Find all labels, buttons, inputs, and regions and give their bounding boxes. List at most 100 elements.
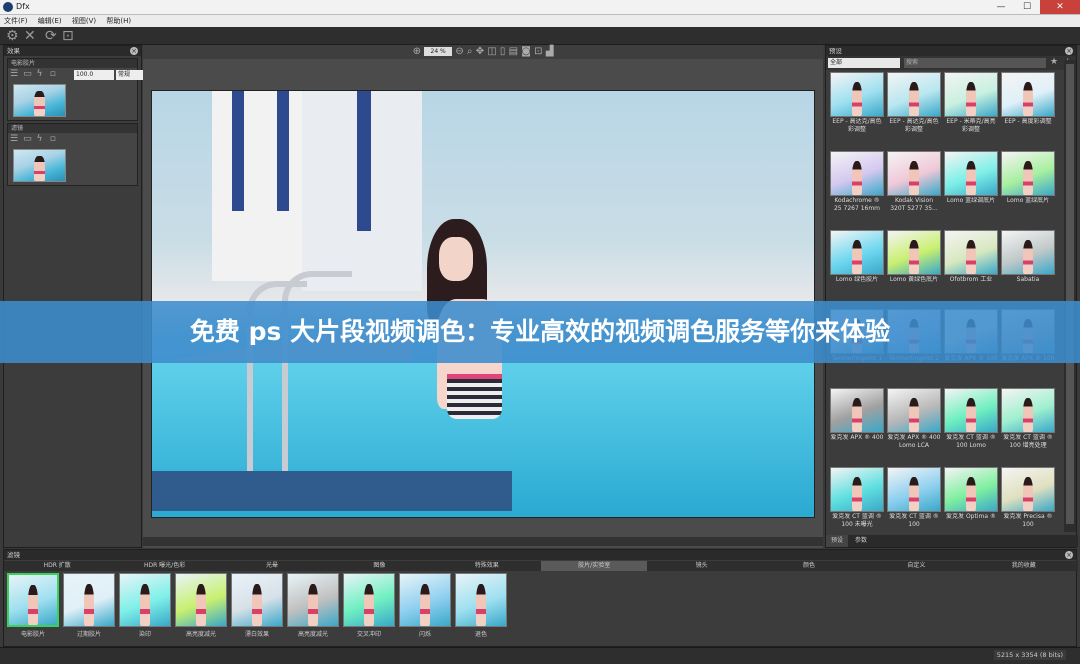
preset-thumbnail[interactable]: Ofotbrom 工业 bbox=[944, 230, 998, 306]
close-window-button[interactable]: ✕ bbox=[1040, 0, 1080, 14]
preset-image bbox=[944, 230, 998, 275]
tab-parameters[interactable]: 参数 bbox=[850, 535, 872, 547]
preset-image bbox=[887, 467, 941, 512]
thumbnail-subject bbox=[851, 397, 863, 432]
settings-icon[interactable]: ☰ bbox=[10, 70, 19, 79]
menu-bar: 文件(F) 编辑(E) 视图(V) 帮助(H) bbox=[0, 15, 1080, 27]
square-icon[interactable]: ▫ bbox=[50, 135, 59, 144]
preset-thumbnail[interactable]: 爱克发 APX ® 400 bbox=[830, 388, 884, 464]
filter-thumbnail[interactable]: 闪烁 bbox=[399, 573, 451, 639]
filter-tab[interactable]: 光晕 bbox=[219, 561, 325, 571]
filter-thumbnail[interactable] bbox=[13, 149, 66, 182]
fit-icon[interactable]: ⊡ bbox=[62, 28, 74, 44]
preset-thumbnail[interactable]: Lomo 黄绿色底片 bbox=[887, 230, 941, 306]
preset-label: 爱克发 APX ® 400 Lomo LCA bbox=[887, 434, 941, 449]
filter-thumbnail[interactable]: 交叉冲印 bbox=[343, 573, 395, 639]
filter-tab[interactable]: 自定义 bbox=[863, 561, 969, 571]
refresh-icon[interactable]: ⟳ bbox=[45, 28, 57, 44]
filter-thumbnail[interactable]: 高亮度减光 bbox=[287, 573, 339, 639]
preset-thumbnail[interactable]: 爱克发 CT 蓝调 ® 100 增亮处理 bbox=[1001, 388, 1055, 464]
thumbnail-subject bbox=[908, 239, 920, 274]
split-view-icon[interactable]: ◫ bbox=[487, 46, 496, 57]
settings-icon[interactable]: ☰ bbox=[10, 135, 19, 144]
split-vertical-icon[interactable]: ▯ bbox=[500, 46, 506, 57]
filter-tab[interactable]: 颜色 bbox=[756, 561, 862, 571]
filter-tab[interactable]: 我的收藏 bbox=[971, 561, 1077, 571]
preset-thumbnail[interactable]: 爱克发 Optima ® bbox=[944, 467, 998, 532]
presets-scrollbar[interactable] bbox=[1064, 60, 1076, 532]
preset-thumbnail[interactable]: Sabatia bbox=[1001, 230, 1055, 306]
magnifier-icon[interactable]: ⌕ bbox=[467, 46, 473, 57]
effect-group-title: 电影胶片 bbox=[8, 59, 137, 68]
menu-help[interactable]: 帮助(H) bbox=[102, 15, 135, 27]
close-panel-icon[interactable]: × bbox=[130, 47, 138, 55]
preset-image bbox=[944, 388, 998, 433]
status-bar: 5215 x 3354 (8 bits) bbox=[0, 647, 1080, 664]
preset-thumbnail[interactable]: EEP - 高达克/高色彩调整 bbox=[887, 72, 941, 148]
lightning-icon[interactable]: ϟ bbox=[36, 135, 45, 144]
thumbnail-subject bbox=[420, 584, 430, 626]
lightning-icon[interactable]: ϟ bbox=[36, 70, 45, 79]
filter-tab[interactable]: 特殊效果 bbox=[434, 561, 540, 571]
preset-image bbox=[1001, 230, 1055, 275]
filter-image bbox=[399, 573, 451, 627]
maximize-button[interactable]: ☐ bbox=[1014, 0, 1040, 14]
preset-thumbnail[interactable]: EEP - 米蒂克/高亮彩调整 bbox=[944, 72, 998, 148]
filter-tab[interactable]: HDR 曝光/色彩 bbox=[111, 561, 217, 571]
blend-mode-select[interactable]: 常规 bbox=[116, 70, 144, 80]
crop-icon[interactable]: ⊡ bbox=[534, 46, 542, 57]
menu-view[interactable]: 视图(V) bbox=[68, 15, 100, 27]
filter-thumbnail[interactable]: 电影胶片 bbox=[7, 573, 59, 639]
preset-thumbnail[interactable]: 爱克发 CT 蓝调 ® 100 bbox=[887, 467, 941, 532]
filter-tab[interactable]: 胶片/实验室 bbox=[541, 561, 648, 571]
histogram-icon[interactable]: ▟ bbox=[546, 46, 554, 57]
filter-thumbnail[interactable]: 高亮度减光 bbox=[175, 573, 227, 639]
menu-edit[interactable]: 编辑(E) bbox=[34, 15, 66, 27]
preset-thumbnail[interactable]: EEP - 高达克/高色彩调整 bbox=[830, 72, 884, 148]
close-panel-icon[interactable]: × bbox=[1065, 551, 1073, 559]
star-icon[interactable]: ★ bbox=[1050, 57, 1058, 67]
filter-tab[interactable]: 镜头 bbox=[648, 561, 754, 571]
hand-icon[interactable]: ✥ bbox=[476, 46, 484, 57]
filter-thumbnail[interactable]: 染印 bbox=[119, 573, 171, 639]
close-panel-icon[interactable]: × bbox=[1065, 47, 1073, 55]
filter-thumbnail[interactable]: 过期胶片 bbox=[63, 573, 115, 639]
minimize-button[interactable]: — bbox=[988, 0, 1014, 14]
close-icon[interactable]: ✕ bbox=[24, 28, 36, 44]
category-select[interactable]: 全部 bbox=[828, 58, 900, 68]
filter-tab[interactable]: HDR 扩散 bbox=[4, 561, 110, 571]
tab-presets[interactable]: 预设 bbox=[826, 535, 849, 547]
thumbnail-subject bbox=[34, 91, 45, 116]
zoom-level-input[interactable]: 24 % bbox=[424, 46, 453, 56]
preset-thumbnail[interactable]: 爱克发 CT 蓝调 ® 100 未曝光 bbox=[830, 467, 884, 532]
preset-thumbnail[interactable]: Kodachrome ® 25 7267 16mm bbox=[830, 151, 884, 227]
preset-thumbnail[interactable]: Lomo 蓝绿底片 bbox=[1001, 151, 1055, 227]
preview-horizontal-scrollbar[interactable] bbox=[143, 537, 823, 546]
preset-thumbnail[interactable]: Lomo 绿色胶片 bbox=[830, 230, 884, 306]
filter-thumbnail[interactable]: 漂白效果 bbox=[231, 573, 283, 639]
preset-search-input[interactable]: 搜索 bbox=[904, 58, 1046, 68]
opacity-input[interactable]: 100.0 bbox=[74, 70, 114, 80]
preset-thumbnail[interactable]: Kodak Vision 320T 5277 35... bbox=[887, 151, 941, 227]
effect-thumbnail[interactable] bbox=[13, 84, 66, 117]
square-icon[interactable]: ▫ bbox=[50, 70, 59, 79]
camera-icon[interactable]: ◙ bbox=[521, 46, 531, 57]
thumbnail-subject bbox=[908, 397, 920, 432]
menu-file[interactable]: 文件(F) bbox=[0, 15, 32, 27]
split-horizontal-icon[interactable]: ▤ bbox=[509, 46, 518, 57]
preset-thumbnail[interactable]: 爱克发 CT 蓝调 ® 100 Lomo bbox=[944, 388, 998, 464]
zoom-in-icon[interactable]: ⊕ bbox=[413, 46, 421, 57]
preset-thumbnail[interactable]: EEP - 高度彩调整 bbox=[1001, 72, 1055, 148]
monitor-icon[interactable]: ▭ bbox=[23, 135, 32, 144]
scrollbar-thumb[interactable] bbox=[1066, 64, 1074, 524]
preset-image bbox=[944, 72, 998, 117]
zoom-out-icon[interactable]: ⊖ bbox=[455, 46, 463, 57]
monitor-icon[interactable]: ▭ bbox=[23, 70, 32, 79]
preset-thumbnail[interactable]: 爱克发 APX ® 400 Lomo LCA bbox=[887, 388, 941, 464]
preset-thumbnail[interactable]: Lomo 蓝绿调底片 bbox=[944, 151, 998, 227]
filter-tab[interactable]: 图像 bbox=[326, 561, 432, 571]
gear-icon[interactable]: ⚙ bbox=[6, 28, 19, 44]
preset-thumbnail[interactable]: 爱克发 Precisa ® 100 bbox=[1001, 467, 1055, 532]
filter-thumbnail[interactable]: 退色 bbox=[455, 573, 507, 639]
preset-label: 爱克发 CT 蓝调 ® 100 未曝光 bbox=[832, 513, 882, 528]
